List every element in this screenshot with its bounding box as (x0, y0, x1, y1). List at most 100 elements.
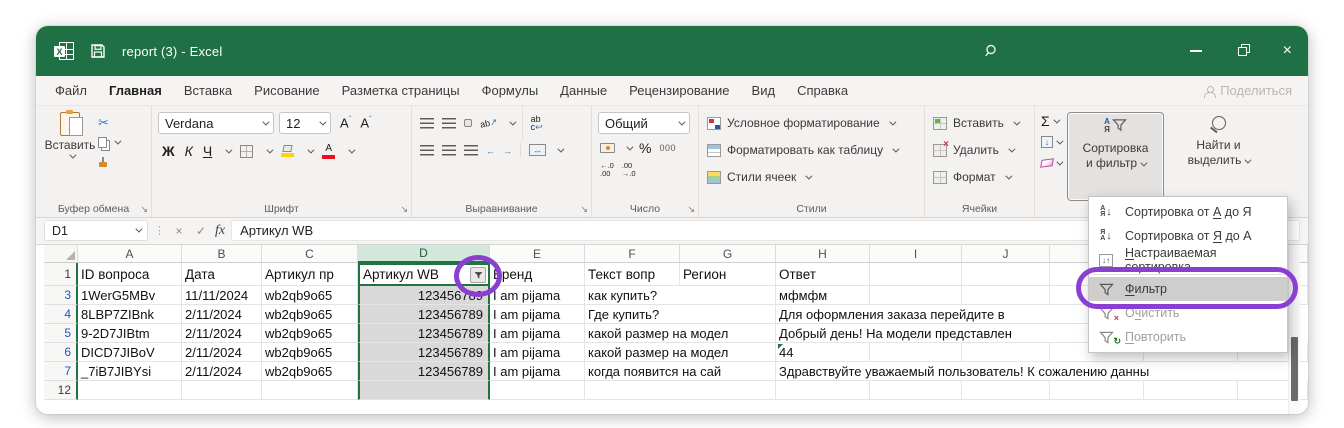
orientation-button[interactable]: ab↗ (479, 116, 498, 130)
cell[interactable]: DICD7JIBoV (78, 343, 182, 362)
wrap-text-button[interactable]: abc↩ (531, 115, 543, 131)
align-center-button[interactable] (442, 145, 456, 156)
tab-home[interactable]: Главная (98, 76, 173, 106)
cell[interactable] (870, 343, 962, 362)
cell[interactable]: когда появится на сай (585, 362, 776, 381)
align-top-button[interactable] (420, 118, 434, 129)
autosum-button[interactable]: Σ (1041, 113, 1061, 129)
col-header-b[interactable]: B (182, 245, 262, 263)
insert-function-button[interactable]: fx (215, 223, 225, 239)
tab-help[interactable]: Справка (786, 76, 859, 106)
cell-selected[interactable] (358, 381, 490, 400)
insert-cells-button[interactable]: Вставить (931, 112, 1030, 134)
cell[interactable] (870, 286, 962, 305)
font-size-select[interactable]: 12 (279, 112, 331, 134)
col-header-f[interactable]: F (585, 245, 680, 263)
row-number-filtered[interactable]: 6 (44, 343, 78, 362)
cell-selected[interactable]: 123456789 (358, 324, 490, 343)
close-button[interactable]: × (1283, 43, 1292, 59)
italic-button[interactable]: К (185, 143, 193, 159)
dialog-launcher-icon[interactable]: ↘ (400, 205, 408, 214)
tab-review[interactable]: Рецензирование (618, 76, 740, 106)
merge-center-button[interactable]: ↔ (529, 144, 546, 156)
cell-c1[interactable]: Артикул пр (262, 263, 358, 286)
cell[interactable]: Здравствуйте уважаемый пользователь! К с… (776, 362, 1288, 381)
menu-item-sort-az[interactable]: АЯ ↓ Сортировка от А до Я (1089, 200, 1287, 224)
dialog-launcher-icon[interactable]: ↘ (687, 205, 695, 214)
tab-insert[interactable]: Вставка (173, 76, 243, 106)
cell[interactable] (962, 343, 1050, 362)
row-number-filtered[interactable]: 5 (44, 324, 78, 343)
font-name-select[interactable]: Verdana (158, 112, 274, 134)
comma-style-button[interactable]: 000 (659, 143, 676, 153)
clear-button[interactable] (1041, 155, 1061, 171)
menu-item-filter[interactable]: Фильтр (1089, 277, 1287, 301)
underline-button[interactable]: Ч (203, 143, 212, 159)
align-bottom-button[interactable] (464, 119, 472, 127)
cell[interactable]: I am pijama (490, 286, 585, 305)
cell-with-flag[interactable]: 44 (776, 343, 870, 362)
tab-file[interactable]: Файл (44, 76, 98, 106)
cell[interactable]: какой размер на модел (585, 343, 776, 362)
cancel-entry-button[interactable]: × (171, 224, 187, 238)
increase-indent-button[interactable]: → (503, 141, 512, 159)
accounting-format-button[interactable] (600, 143, 615, 153)
col-header-d[interactable]: D (358, 245, 490, 263)
format-painter-button[interactable] (98, 154, 119, 170)
cell[interactable]: I am pijama (490, 362, 585, 381)
search-icon[interactable] (984, 43, 1000, 64)
cell[interactable] (962, 381, 1050, 400)
align-right-button[interactable] (464, 145, 478, 156)
tab-view[interactable]: Вид (741, 76, 787, 106)
bold-button[interactable]: Ж (162, 143, 175, 159)
cell[interactable]: 11/11/2024 (182, 286, 262, 305)
cell[interactable]: wb2qb9o65 (262, 362, 358, 381)
format-as-table-button[interactable]: Форматировать как таблицу (705, 139, 920, 161)
tab-draw[interactable]: Рисование (243, 76, 330, 106)
cell[interactable]: 1WerG5MBv (78, 286, 182, 305)
cell[interactable]: 2/11/2024 (182, 324, 262, 343)
decrease-indent-button[interactable]: ← (486, 141, 495, 159)
tab-data[interactable]: Данные (549, 76, 618, 106)
cell[interactable]: Где купить? (585, 305, 776, 324)
cell-d1-active[interactable]: Артикул WB (358, 263, 490, 286)
cell-a1[interactable]: ID вопроса (78, 263, 182, 286)
cell-selected[interactable]: 123456789 (358, 362, 490, 381)
cell-g1[interactable]: Регион (680, 263, 776, 286)
cell[interactable] (1144, 381, 1238, 400)
cell-e1[interactable]: Бренд (490, 263, 585, 286)
share-button[interactable]: Поделиться (1204, 83, 1292, 98)
name-box[interactable]: D1 (44, 220, 148, 241)
percent-style-button[interactable]: % (639, 140, 651, 156)
cell[interactable]: _7iB7JIBYsi (78, 362, 182, 381)
save-icon[interactable] (90, 43, 106, 59)
dialog-launcher-icon[interactable]: ↘ (140, 205, 148, 214)
menu-item-sort-za[interactable]: ЯА ↓ Сортировка от Я до А (1089, 224, 1287, 248)
col-header-i[interactable]: I (870, 245, 962, 263)
cell[interactable] (776, 381, 870, 400)
fill-color-button[interactable] (281, 145, 294, 157)
tab-formulas[interactable]: Формулы (471, 76, 550, 106)
confirm-entry-button[interactable]: ✓ (193, 224, 209, 238)
cell[interactable] (870, 381, 962, 400)
paste-button[interactable]: Вставить (42, 112, 98, 201)
cell[interactable] (962, 286, 1050, 305)
vertical-scrollbar[interactable] (1288, 245, 1300, 414)
cut-button[interactable]: ✂ (98, 114, 119, 130)
cell-f1[interactable]: Текст вопр (585, 263, 680, 286)
cell[interactable]: 2/11/2024 (182, 362, 262, 381)
cell[interactable] (585, 381, 776, 400)
cell[interactable]: wb2qb9o65 (262, 343, 358, 362)
cell-h1[interactable]: Ответ (776, 263, 870, 286)
cell-selected[interactable]: 123456789 (358, 343, 490, 362)
find-select-button[interactable]: Найти и выделить (1170, 112, 1267, 201)
font-color-button[interactable]: А (322, 144, 335, 159)
cell-styles-button[interactable]: Стили ячеек (705, 166, 920, 188)
conditional-formatting-button[interactable]: Условное форматирование (705, 112, 920, 134)
cell[interactable]: 8LBP7ZIBnk (78, 305, 182, 324)
cell[interactable]: как купить? (585, 286, 776, 305)
cell[interactable]: 2/11/2024 (182, 305, 262, 324)
cell-b1[interactable]: Дата (182, 263, 262, 286)
filter-dropdown-button[interactable] (470, 267, 486, 283)
scrollbar-thumb[interactable] (1291, 337, 1298, 401)
